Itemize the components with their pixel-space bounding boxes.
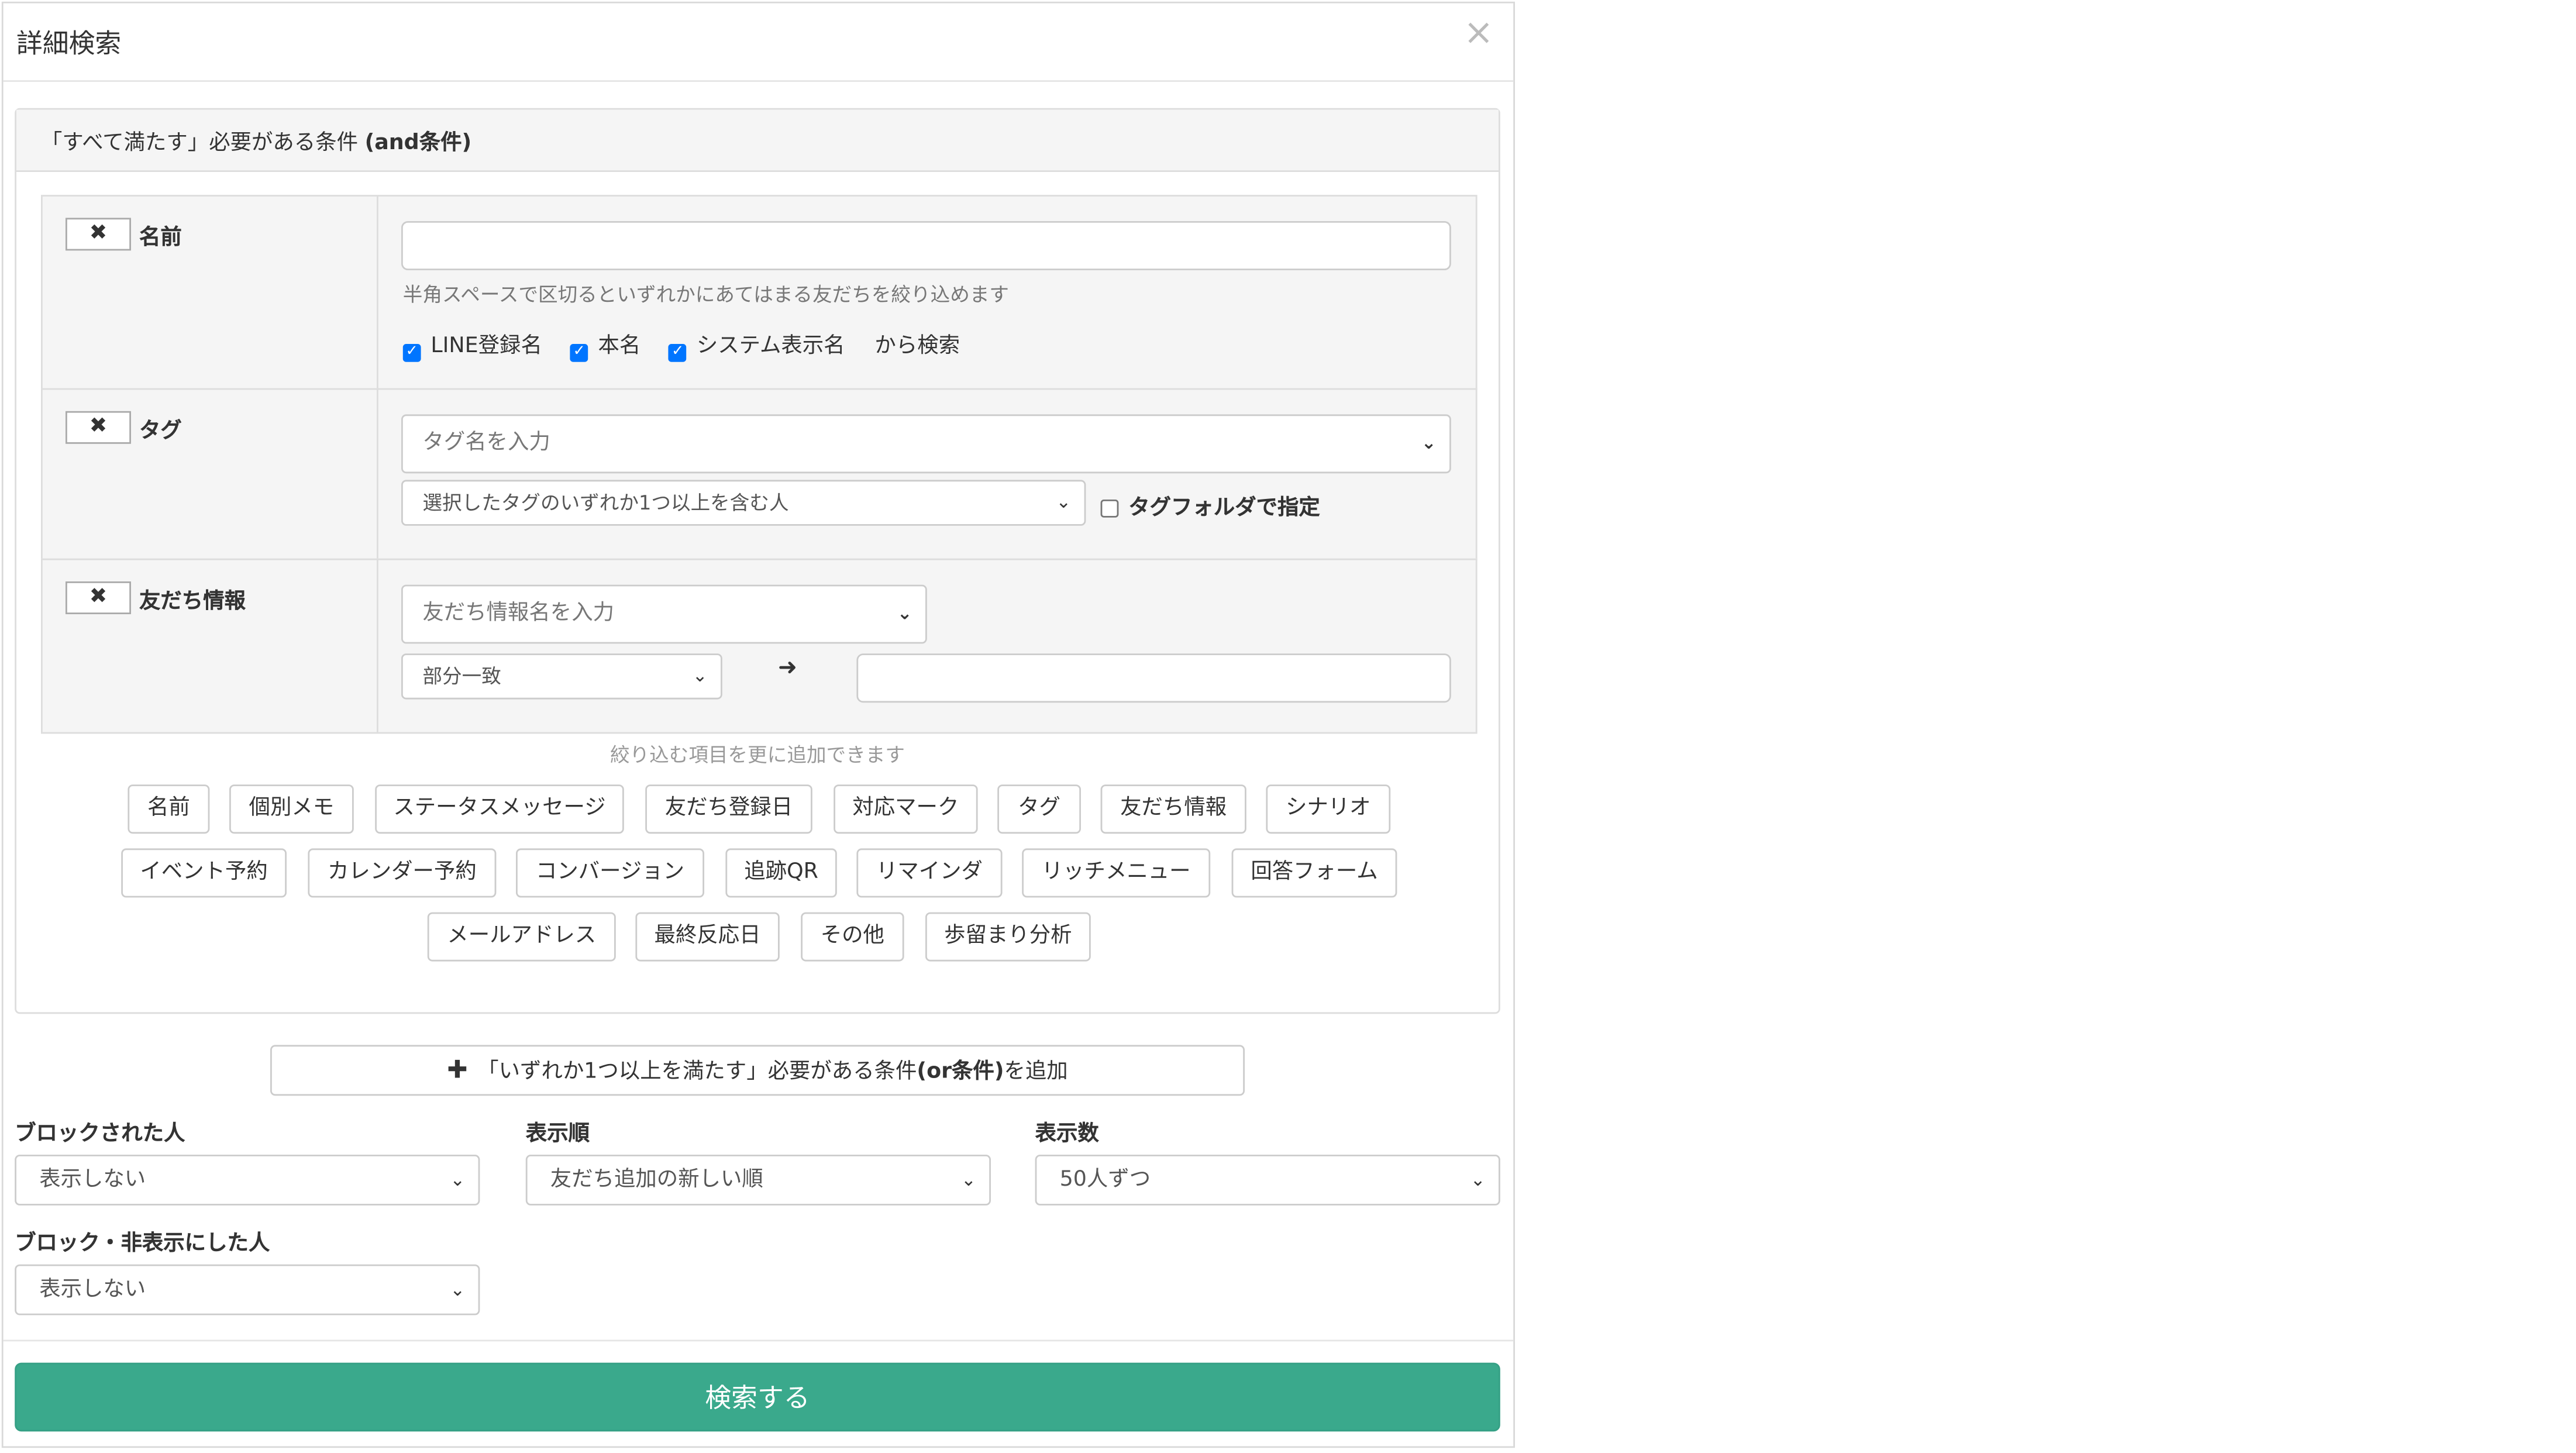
condition-name-header: ✖ 名前: [43, 197, 378, 388]
and-title-bold: (and条件): [364, 131, 472, 156]
hidden-label: ブロック・非表示にした人: [15, 1231, 270, 1256]
order-label: 表示順: [525, 1122, 590, 1146]
friend-info-match-select[interactable]: 部分一致 ⌄: [401, 653, 722, 700]
order-value: 友だち追加の新しい順: [550, 1168, 763, 1193]
add-filter-hint: 絞り込む項目を更に追加できます: [609, 743, 905, 767]
add-filter-tag-button[interactable]: タグ: [997, 784, 1081, 834]
condition-tag-label: タグ: [139, 419, 182, 444]
tag-name-combobox[interactable]: タグ名を入力 ⌄: [401, 414, 1451, 474]
add-filter-memo-button[interactable]: 個別メモ: [229, 784, 354, 834]
times-icon: ✖: [89, 221, 108, 246]
times-icon: ✖: [89, 414, 108, 439]
chevron-down-icon: ⌄: [1056, 491, 1072, 513]
search-button[interactable]: 検索する: [15, 1362, 1500, 1432]
detail-search-modal: 詳細検索 × 「すべて満たす」必要がある条件 (and条件) ✖ 名前 半角スペ…: [1, 1, 1515, 1448]
tag-match-value: 選択したタグのいずれか1つ以上を含む人: [422, 491, 789, 515]
name-search-input[interactable]: [401, 221, 1451, 270]
condition-name-label: 名前: [139, 226, 182, 251]
condition-tag-header: ✖ タグ: [43, 390, 378, 559]
add-filter-tracking-qr-button[interactable]: 追跡QR: [725, 848, 837, 898]
remove-tag-condition-button[interactable]: ✖: [66, 411, 131, 444]
checkbox-checked-icon: ✓: [402, 344, 421, 362]
name-source-checkboxes: ✓ LINE登録名 ✓ 本名 ✓ システム表示名 から検索: [402, 328, 960, 362]
stage: 詳細検索 × 「すべて満たす」必要がある条件 (and条件) ✖ 名前 半角スペ…: [0, 0, 2576, 1453]
add-filter-friend-info-button[interactable]: 友だち情報: [1100, 784, 1246, 834]
tag-folder-checkbox[interactable]: タグフォルダで指定: [1100, 490, 1320, 521]
friend-info-placeholder: 友だち情報名を入力: [422, 601, 615, 626]
condition-name: ✖ 名前 半角スペースで区切るといずれかにあてはまる友だちを絞り込めます ✓ LI…: [41, 195, 1478, 390]
hidden-value: 表示しない: [39, 1278, 146, 1302]
count-label: 表示数: [1035, 1122, 1099, 1146]
blocked-value: 表示しない: [39, 1168, 146, 1193]
checkbox-checked-icon: ✓: [570, 344, 588, 362]
add-filter-yield-analysis-button[interactable]: 歩留まり分析: [925, 912, 1091, 962]
chevron-down-icon: ⌄: [692, 664, 708, 687]
check-line-name[interactable]: ✓ LINE登録名: [402, 334, 542, 362]
check-line-name-label: LINE登録名: [431, 334, 542, 359]
add-filter-last-reaction-button[interactable]: 最終反応日: [635, 912, 780, 962]
close-icon[interactable]: ×: [1463, 13, 1494, 56]
check-system-name-label: システム表示名: [696, 334, 845, 359]
or-button-prefix: 「いずれか1つ以上を満たす」必要がある条件: [477, 1059, 917, 1084]
add-filter-scenario-button[interactable]: シナリオ: [1266, 784, 1391, 834]
friend-info-value-input[interactable]: [856, 653, 1451, 703]
chevron-down-icon: ⌄: [450, 1279, 466, 1301]
chevron-down-icon: ⌄: [1470, 1169, 1486, 1191]
check-system-name[interactable]: ✓ システム表示名: [669, 334, 845, 362]
add-filter-reminder-button[interactable]: リマインダ: [856, 848, 1003, 898]
remove-friend-info-condition-button[interactable]: ✖: [66, 581, 131, 614]
checkbox-checked-icon: ✓: [669, 344, 687, 362]
add-or-condition-button[interactable]: ✚ 「いずれか1つ以上を満たす」必要がある条件(or条件)を追加: [270, 1045, 1245, 1096]
add-filter-event-button[interactable]: イベント予約: [121, 848, 287, 898]
add-filter-mark-button[interactable]: 対応マーク: [834, 784, 978, 834]
chevron-down-icon: ⌄: [450, 1169, 466, 1191]
checkbox-unchecked-icon: [1100, 500, 1119, 518]
friend-info-name-combobox[interactable]: 友だち情報名を入力 ⌄: [401, 584, 927, 644]
blocked-label: ブロックされた人: [15, 1122, 185, 1146]
name-help-text: 半角スペースで区切るといずれかにあてはまる友だちを絞り込めます: [402, 283, 1010, 307]
add-filter-register-date-button[interactable]: 友だち登録日: [645, 784, 812, 834]
hidden-select[interactable]: 表示しない ⌄: [15, 1264, 480, 1316]
search-from-text: から検索: [874, 334, 960, 359]
chevron-down-icon: ⌄: [897, 602, 912, 624]
chevron-down-icon: ⌄: [1421, 432, 1437, 454]
or-button-bold: (or条件): [917, 1059, 1004, 1084]
tag-name-placeholder: タグ名を入力: [422, 431, 550, 456]
plus-icon: ✚: [447, 1055, 468, 1084]
modal-header: 詳細検索 ×: [3, 4, 1514, 82]
and-conditions-panel: 「すべて満たす」必要がある条件 (and条件) ✖ 名前 半角スペースで区切ると…: [15, 108, 1500, 1014]
add-filter-name-button[interactable]: 名前: [128, 784, 210, 834]
arrow-right-icon: ➜: [778, 655, 797, 681]
check-real-name-label: 本名: [598, 334, 641, 359]
add-filter-form-button[interactable]: 回答フォーム: [1231, 848, 1397, 898]
or-button-suffix: を追加: [1004, 1059, 1068, 1084]
order-select[interactable]: 友だち追加の新しい順 ⌄: [525, 1155, 991, 1206]
add-filter-rich-menu-button[interactable]: リッチメニュー: [1022, 848, 1211, 898]
remove-name-condition-button[interactable]: ✖: [66, 218, 131, 251]
and-panel-heading: 「すべて満たす」必要がある条件 (and条件): [16, 109, 1499, 172]
times-icon: ✖: [89, 584, 108, 610]
condition-friend-info-label: 友だち情報: [139, 590, 246, 614]
footer-divider: [3, 1340, 1514, 1342]
friend-info-match-value: 部分一致: [422, 664, 501, 688]
add-filter-calendar-button[interactable]: カレンダー予約: [308, 848, 497, 898]
add-filter-email-button[interactable]: メールアドレス: [427, 912, 616, 962]
chevron-down-icon: ⌄: [960, 1169, 976, 1191]
and-panel-title: 「すべて満たす」必要がある条件 (and条件): [41, 125, 471, 156]
tag-folder-label: タグフォルダで指定: [1128, 496, 1320, 521]
and-title-prefix: 「すべて満たす」必要がある条件: [41, 131, 365, 156]
tag-match-select[interactable]: 選択したタグのいずれか1つ以上を含む人 ⌄: [401, 480, 1086, 526]
add-filter-conversion-button[interactable]: コンバージョン: [516, 848, 704, 898]
add-filter-other-button[interactable]: その他: [801, 912, 904, 962]
condition-tag: ✖ タグ タグ名を入力 ⌄ 選択したタグのいずれか1つ以上を含む人 ⌄ タグフォ…: [41, 388, 1478, 560]
condition-friend-info: ✖ 友だち情報 友だち情報名を入力 ⌄ 部分一致 ⌄ ➜: [41, 558, 1478, 734]
modal-title: 詳細検索: [16, 27, 122, 59]
count-value: 50人ずつ: [1059, 1168, 1151, 1193]
condition-friend-info-header: ✖ 友だち情報: [43, 560, 378, 732]
count-select[interactable]: 50人ずつ ⌄: [1035, 1155, 1500, 1206]
add-filter-status-message-button[interactable]: ステータスメッセージ: [375, 784, 624, 834]
blocked-select[interactable]: 表示しない ⌄: [15, 1155, 480, 1206]
check-real-name[interactable]: ✓ 本名: [570, 334, 641, 362]
